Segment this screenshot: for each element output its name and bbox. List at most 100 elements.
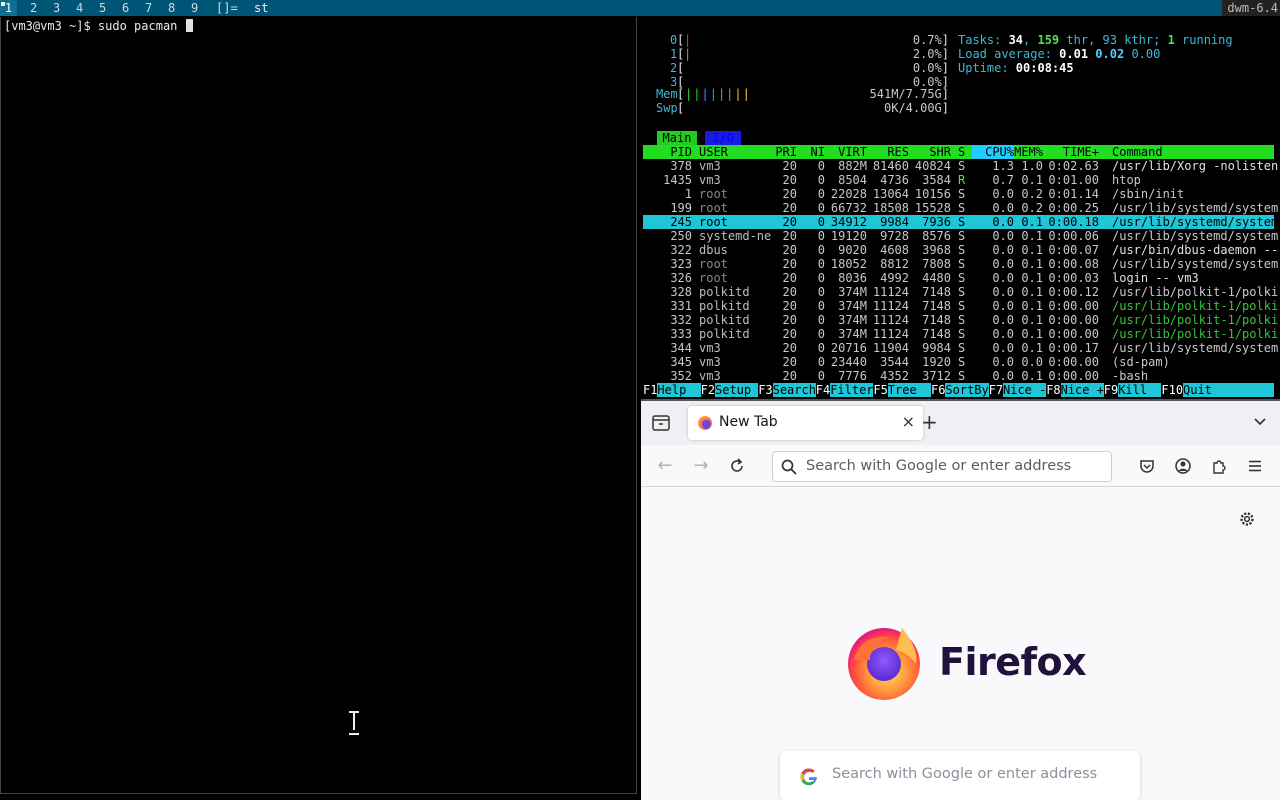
- tab-main[interactable]: Main: [657, 131, 697, 145]
- cell-cmd: /usr/lib/systemd/system: [1112, 257, 1279, 271]
- fkey-f3[interactable]: F3: [758, 383, 773, 397]
- process-row[interactable]: 322 dbus 20 0 9020 4608 3968 S 0.0 0.1 0:00.07/usr…: [643, 243, 1278, 257]
- tag-9[interactable]: 9: [191, 0, 198, 16]
- col-ni[interactable]: NI: [811, 145, 825, 159]
- tag-1[interactable]: 1: [0, 0, 17, 16]
- col-res[interactable]: RES: [887, 145, 909, 159]
- fkey-f10[interactable]: F10: [1161, 383, 1184, 397]
- mem-bar-segment: |: [717, 87, 727, 101]
- col-pri[interactable]: PRI: [775, 145, 797, 159]
- fkey-label[interactable]: Kill: [1118, 383, 1161, 397]
- terminal-prompt[interactable]: [vm3@vm3 ~]$ sudo pacman: [4, 18, 193, 34]
- fkey-f6[interactable]: F6: [931, 383, 946, 397]
- search-input[interactable]: [832, 766, 1122, 782]
- process-row[interactable]: 326 root 20 0 8036 4992 4480 S 0.0 0.1 0:00.03 logi…: [643, 271, 1274, 285]
- cell-pid: 331: [670, 299, 692, 313]
- cell-time: 0:00.00: [1048, 313, 1099, 327]
- tag-7[interactable]: 7: [145, 0, 152, 16]
- search-box[interactable]: [780, 751, 1140, 800]
- cell-res: 3544: [880, 355, 909, 369]
- cell-cpu: 0.0: [992, 355, 1014, 369]
- pocket-icon[interactable]: [1135, 454, 1159, 478]
- tab-io[interactable]: I/O: [705, 131, 741, 145]
- col-state[interactable]: S: [958, 145, 965, 159]
- fkey-label[interactable]: Search: [773, 383, 816, 397]
- menu-hamburger-icon[interactable]: [1243, 454, 1267, 478]
- cell-s: S: [958, 341, 966, 355]
- col-command[interactable]: Command: [1112, 145, 1163, 159]
- extensions-icon[interactable]: [1207, 454, 1231, 478]
- cell-shr: 3968: [922, 243, 951, 257]
- search-icon: [780, 458, 798, 476]
- process-row[interactable]: 245 root 20 0 34912 9984 7936 S 0.0 0.1 0:00.18/us…: [643, 215, 1278, 229]
- col-mem[interactable]: MEM%: [1014, 145, 1043, 159]
- left-bottom-strip: [0, 794, 637, 800]
- fkey-label[interactable]: Help: [657, 383, 700, 397]
- fkey-label[interactable]: Filter: [830, 383, 873, 397]
- col-time[interactable]: TIME+: [1063, 145, 1099, 159]
- chevron-down-icon[interactable]: [1252, 413, 1268, 433]
- process-row[interactable]: 344 vm3 20 0 20716 11904 9984 S 0.0 0.1 0:00.17/us…: [643, 341, 1278, 355]
- fkey-f1[interactable]: F1: [643, 383, 658, 397]
- tab-view-icon[interactable]: [649, 411, 673, 435]
- fkey-label[interactable]: Tree: [888, 383, 931, 397]
- col-pid[interactable]: PID: [670, 145, 692, 159]
- process-row[interactable]: 323 root 20 0 18052 8812 7808 S 0.0 0.1 0:00.08/us…: [643, 257, 1278, 271]
- forward-arrow-icon[interactable]: →: [689, 454, 713, 478]
- new-tab-button[interactable]: +: [921, 411, 938, 433]
- back-arrow-icon[interactable]: ←: [653, 454, 677, 478]
- process-row[interactable]: 250 systemd-ne 20 0 19120 9728 8576 S 0.0 0.1 0:00…: [643, 229, 1278, 243]
- tasks-line: Tasks: 34, 159 thr, 93 kthr; 1 running: [958, 33, 1233, 47]
- fkey-label[interactable]: Quit: [1183, 383, 1212, 397]
- col-cpu[interactable]: CPU%: [972, 145, 1014, 159]
- cell-s: S: [958, 243, 966, 257]
- reload-icon[interactable]: [725, 454, 749, 478]
- tag-8[interactable]: 8: [168, 0, 175, 16]
- fkey-f8[interactable]: F8: [1046, 383, 1061, 397]
- cell-ni: 0: [817, 313, 825, 327]
- tag-5[interactable]: 5: [99, 0, 106, 16]
- fkey-f4[interactable]: F4: [815, 383, 831, 397]
- process-row[interactable]: 345 vm3 20 0 23440 3544 1920 S 0.0 0.0 0:00.00 (sd-…: [643, 355, 1274, 369]
- terminal-window[interactable]: [vm3@vm3 ~]$ sudo pacman: [0, 17, 637, 794]
- tab-new-tab[interactable]: New Tab ×: [688, 406, 923, 440]
- tag-2[interactable]: 2: [30, 0, 37, 16]
- col-virt[interactable]: VIRT: [838, 145, 867, 159]
- cell-ni: 0: [817, 271, 825, 285]
- account-icon[interactable]: [1171, 454, 1195, 478]
- cell-cmd: /usr/lib/systemd/system: [1112, 201, 1279, 215]
- cell-pid: 326: [670, 271, 692, 285]
- layout-indicator[interactable]: []=: [216, 0, 238, 16]
- fkey-f2[interactable]: F2: [700, 383, 716, 397]
- process-row[interactable]: 332 polkitd 20 0 374M 11124 7148 S 0.0 0.1 0:00.00…: [643, 313, 1278, 327]
- tag-6[interactable]: 6: [122, 0, 129, 16]
- process-row[interactable]: 378 vm3 20 0 882M 81460 40824 S 1.3 1.0 0:02.63/us…: [643, 159, 1278, 173]
- fkey-f7[interactable]: F7: [988, 383, 1004, 397]
- fkey-label[interactable]: Setup: [715, 383, 758, 397]
- cell-user: polkitd: [699, 285, 750, 299]
- process-row[interactable]: 1 root 20 0 22028 13064 10156 S 0.0 0.2 0:01.14/sb…: [643, 187, 1274, 201]
- process-row[interactable]: 333 polkitd 20 0 374M 11124 7148 S 0.0 0.1 0:00.00…: [643, 327, 1278, 341]
- col-user[interactable]: USER: [699, 145, 728, 159]
- process-row[interactable]: 199 root 20 0 66732 18508 15528 S 0.0 0.2 0:00.25 /…: [643, 201, 1278, 215]
- process-row[interactable]: 328 polkitd 20 0 374M 11124 7148 S 0.0 0.1 0:00.12…: [643, 285, 1278, 299]
- fkey-label[interactable]: SortBy: [945, 383, 988, 397]
- process-row[interactable]: 1435 vm3 20 0 8504 4736 3584 R 0.7 0.1 0:01.00 htop: [643, 173, 1274, 187]
- fkey-f9[interactable]: F9: [1103, 383, 1119, 397]
- uptime-line: Uptime: 00:08:45: [958, 61, 1074, 75]
- cell-ni: 0: [817, 341, 825, 355]
- process-row[interactable]: 352 vm3 20 0 7776 4352 3712 S 0.0 0.1 0:00.00 -bash: [643, 369, 1274, 383]
- address-bar[interactable]: [772, 451, 1112, 482]
- gear-icon[interactable]: [1238, 510, 1256, 528]
- col-shr[interactable]: SHR: [929, 145, 951, 159]
- close-tab-icon[interactable]: ×: [902, 412, 915, 431]
- fkey-label[interactable]: Nice +: [1061, 383, 1104, 397]
- cell-s: S: [958, 355, 966, 369]
- fkey-label[interactable]: Nice -: [1003, 383, 1046, 397]
- tag-4[interactable]: 4: [76, 0, 83, 16]
- process-row[interactable]: 331 polkitd 20 0 374M 11124 7148 S 0.0 0.1 0:00.00…: [643, 299, 1278, 313]
- tag-3[interactable]: 3: [53, 0, 60, 16]
- url-input[interactable]: [806, 458, 1106, 474]
- htop-window[interactable]: 0[| 0.7%] 1[| 2.0%] 2[0.0%] 3[0.0%] Mem [ |||…: [641, 17, 1280, 399]
- fkey-f5[interactable]: F5: [873, 383, 888, 397]
